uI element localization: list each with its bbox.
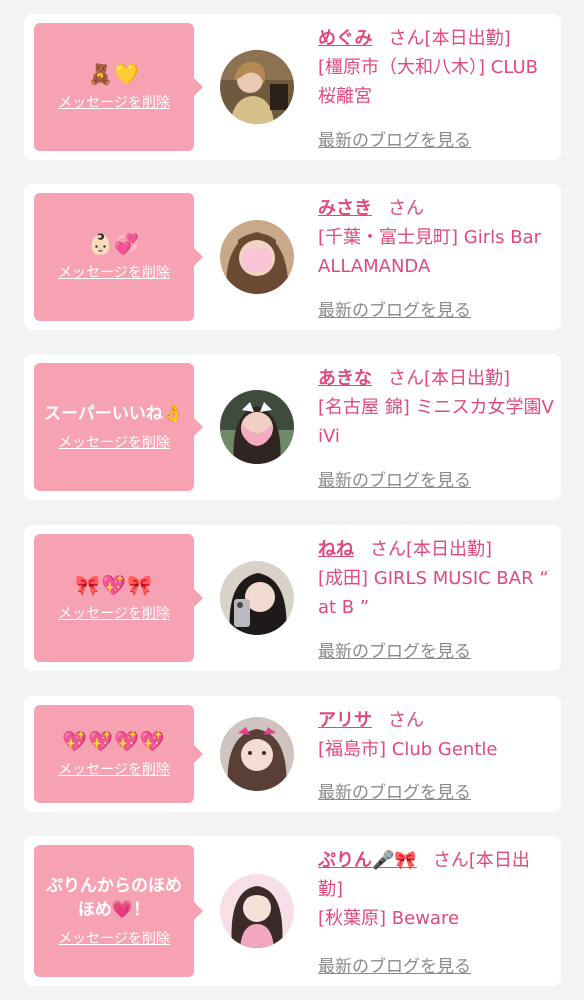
user-info: アリサ さん [福島市] Club Gentle [318,706,554,764]
delete-message-link[interactable]: メッセージを削除 [58,928,170,948]
shop-label: [成田] GIRLS MUSIC BAR “ at B ” [318,568,549,618]
delete-message-link[interactable]: メッセージを削除 [58,603,170,623]
list-item: 🎀💖🎀 メッセージを削除 ねね さん[本日出勤] [成田] GIRLS MUSIC… [24,525,561,671]
user-name-link[interactable]: アリサ [318,710,372,731]
user-info: あきな さん[本日出勤] [名古屋 錦] ミニスカ女学園ViVi [318,364,554,451]
honorific-label: さん [432,850,469,871]
list-item: スーパーいいね👌 メッセージを削除 あきな さん[本日出勤] [名古屋 錦] ミニ… [24,354,561,500]
message-bubble: 🧸💛 メッセージを削除 [34,23,203,151]
user-info: ねね さん[本日出勤] [成田] GIRLS MUSIC BAR “ at B ” [318,535,554,622]
delete-message-link[interactable]: メッセージを削除 [58,759,170,779]
list-item: 🧸💛 メッセージを削除 めぐみ さん[本日出勤] [橿原市（大和八木）] CLUB… [24,14,561,160]
avatar[interactable] [220,50,294,124]
status-badge: [本日出勤] [424,28,511,49]
latest-blog-link[interactable]: 最新のブログを見る [318,952,471,977]
user-info: みさき さん [千葉・富士見町] Girls Bar ALLAMANDA [318,194,554,281]
user-name-link[interactable]: めぐみ [318,28,373,49]
shop-label: [橿原市（大和八木）] CLUB 桜離宮 [318,57,538,107]
message-bubble: スーパーいいね👌 メッセージを削除 [34,363,203,491]
name-line: あきな さん[本日出勤] [318,364,554,393]
shop-label: [名古屋 錦] ミニスカ女学園ViVi [318,397,554,447]
delete-message-link[interactable]: メッセージを削除 [58,262,170,282]
message-text: 💖💖💖💖 [62,729,166,753]
user-info: めぐみ さん[本日出勤] [橿原市（大和八木）] CLUB 桜離宮 [318,24,554,111]
avatar[interactable] [220,561,294,635]
message-bubble: 🎀💖🎀 メッセージを削除 [34,534,203,662]
user-name-link[interactable]: あきな [318,368,372,389]
message-text: 🎀💖🎀 [75,573,153,597]
message-text: 👶🏻💞 [88,232,140,256]
message-text: ぷりんからのほめほめ💗！ [46,876,182,920]
latest-blog-link[interactable]: 最新のブログを見る [318,466,471,491]
delete-message-link[interactable]: メッセージを削除 [58,92,170,112]
name-line: めぐみ さん[本日出勤] [318,24,554,53]
avatar[interactable] [220,717,294,791]
name-line: ぷりん🎤🎀 さん[本日出勤] [318,846,554,904]
latest-blog-link[interactable]: 最新のブログを見る [318,296,471,321]
user-info: ぷりん🎤🎀 さん[本日出勤] [秋葉原] Beware [318,846,554,933]
avatar[interactable] [220,390,294,464]
latest-blog-link[interactable]: 最新のブログを見る [318,778,471,803]
avatar[interactable] [220,874,294,948]
status-badge: [本日出勤] [406,539,493,560]
shop-label: [千葉・富士見町] Girls Bar ALLAMANDA [318,227,541,277]
name-line: アリサ さん [318,706,554,735]
latest-blog-link[interactable]: 最新のブログを見る [318,637,471,662]
honorific-label: さん [388,710,424,731]
message-bubble: 👶🏻💞 メッセージを削除 [34,193,203,321]
user-name-link[interactable]: ぷりん🎤🎀 [318,850,417,871]
message-bubble: 💖💖💖💖 メッセージを削除 [34,705,203,803]
honorific-label: さん [388,368,424,389]
message-bubble: ぷりんからのほめほめ💗！ メッセージを削除 [34,845,203,977]
status-badge: [本日出勤] [424,368,511,389]
list-item: 💖💖💖💖 メッセージを削除 アリサ さん [福島市] Club Gentle 最新… [24,696,561,812]
shop-label: [秋葉原] Beware [318,908,460,929]
user-name-link[interactable]: みさき [318,198,372,219]
message-list: 🧸💛 メッセージを削除 めぐみ さん[本日出勤] [橿原市（大和八木）] CLUB… [0,0,584,1000]
honorific-label: さん [388,198,424,219]
message-text: 🧸💛 [88,62,140,86]
list-item: ぷりんからのほめほめ💗！ メッセージを削除 ぷりん🎤🎀 さん[本日出勤] [秋葉原… [24,836,561,986]
avatar[interactable] [220,220,294,294]
honorific-label: さん [388,28,425,49]
honorific-label: さん [370,539,406,560]
shop-label: [福島市] Club Gentle [318,739,498,760]
list-item: 👶🏻💞 メッセージを削除 みさき さん [千葉・富士見町] Girls Bar A… [24,184,561,330]
delete-message-link[interactable]: メッセージを削除 [58,432,170,452]
latest-blog-link[interactable]: 最新のブログを見る [318,126,471,151]
name-line: ねね さん[本日出勤] [318,535,554,564]
user-name-link[interactable]: ねね [318,539,354,560]
name-line: みさき さん [318,194,554,223]
message-text: スーパーいいね👌 [44,404,184,424]
